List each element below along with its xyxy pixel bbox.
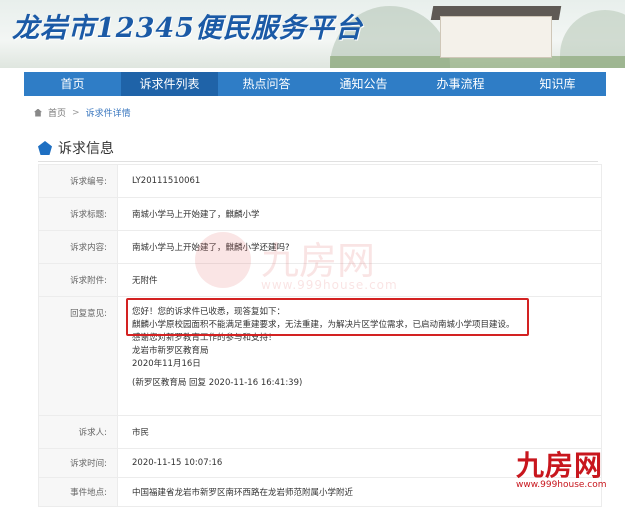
pentagon-icon [38, 141, 52, 155]
field-label: 诉求附件: [39, 264, 118, 296]
corner-logo-url: www.999house.com [516, 480, 607, 490]
watermark: 九房网 www.999house.com [195, 222, 435, 302]
watermark-url: www.999house.com [261, 278, 398, 292]
breadcrumb-home[interactable]: 首页 [48, 106, 66, 119]
banner-house [440, 16, 552, 58]
corner-logo-brand: 九房网 [516, 449, 604, 482]
nav-item-home[interactable]: 首页 [24, 72, 121, 96]
nav-item-process[interactable]: 办事流程 [412, 72, 509, 96]
watermark-text: 九房网 [261, 239, 376, 283]
section-title: 诉求信息 [58, 141, 114, 157]
reply-line: 龙岩市新罗区教育局 [132, 346, 209, 356]
watermark-logo-icon [195, 232, 251, 288]
field-label: 诉求时间: [39, 449, 118, 477]
highlight-box [126, 298, 529, 336]
nav-item-notices[interactable]: 通知公告 [315, 72, 412, 96]
appeal-requester: 市民 [132, 428, 150, 438]
nav-item-hot-qa[interactable]: 热点问答 [218, 72, 315, 96]
section-divider [38, 161, 598, 162]
reply-line: 2020年11月16日 [132, 359, 201, 369]
breadcrumb-current[interactable]: 诉求件详情 [86, 106, 131, 119]
field-label: 回复意见: [39, 297, 118, 415]
header-banner: 龙岩市12345便民服务平台 [0, 0, 625, 68]
appeal-number: LY20111510061 [132, 176, 201, 186]
field-label: 事件地点: [39, 478, 118, 506]
main-nav: 首页 诉求件列表 热点问答 通知公告 办事流程 知识库 [24, 72, 606, 96]
nav-item-knowledge[interactable]: 知识库 [509, 72, 606, 96]
table-row: 诉求人: 市民 [39, 416, 601, 449]
site-title: 龙岩市12345便民服务平台 [12, 13, 363, 44]
field-label: 诉求人: [39, 416, 118, 448]
breadcrumb-separator: > [72, 107, 80, 118]
nav-item-appeal-list[interactable]: 诉求件列表 [121, 72, 218, 96]
corner-logo: 九房网 www.999house.com [516, 449, 607, 491]
section-header: 诉求信息 [38, 138, 114, 158]
field-label: 诉求编号: [39, 165, 118, 197]
field-label: 诉求内容: [39, 231, 118, 263]
table-row: 诉求编号: LY20111510061 [39, 165, 601, 198]
home-icon [34, 108, 42, 117]
breadcrumb: 首页 > 诉求件详情 [34, 106, 131, 119]
field-label: 诉求标题: [39, 198, 118, 230]
reply-line: (新罗区教育局 回复 2020-11-16 16:41:39) [132, 378, 303, 388]
